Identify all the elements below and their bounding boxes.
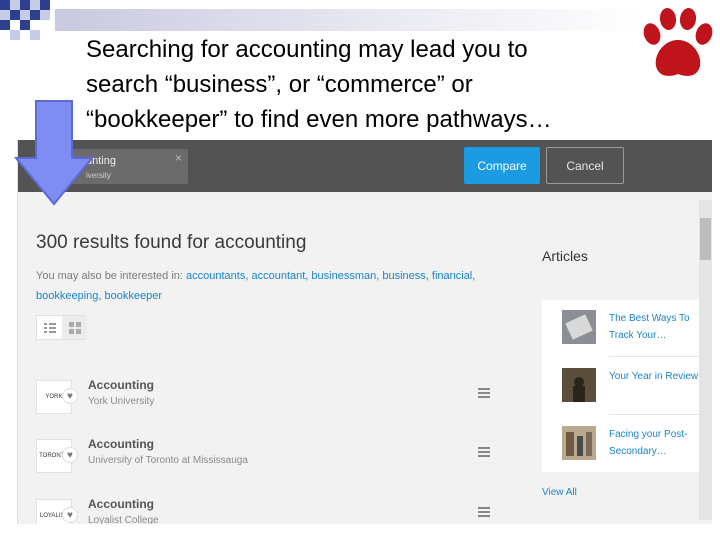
heart-icon[interactable]: ♥ [62,507,78,523]
article-item[interactable]: Your Year in Review [542,358,702,415]
compare-toolbar: unting iversity × Compare Cancel [18,140,712,192]
articles-heading: Articles [542,248,588,264]
article-item[interactable]: The Best Ways To Track Your… [542,300,702,357]
list-view-icon[interactable] [37,316,62,339]
grid-view-icon[interactable] [62,316,87,339]
divider [609,356,701,357]
down-arrow-icon [14,100,94,206]
article-thumbnail [562,368,596,402]
close-icon[interactable]: × [175,151,182,165]
related-link[interactable]: business, [382,270,428,282]
stack-icon[interactable] [478,386,490,400]
scrollbar[interactable] [699,200,712,520]
article-title[interactable]: Facing your Post-Secondary… [609,426,699,460]
divider [609,414,701,415]
view-all-link[interactable]: View All [542,487,577,498]
slide: Searching for accounting may lead you to… [0,0,720,540]
header-gradient-bar [55,9,645,31]
related-link[interactable]: financial, [432,270,475,282]
results-heading: 300 results found for accounting [36,232,307,253]
article-thumbnail [562,426,596,460]
school-name: York University [88,396,155,407]
related-link[interactable]: accountant, [251,270,308,282]
article-item[interactable]: Facing your Post-Secondary… [542,416,702,473]
cancel-button[interactable]: Cancel [546,147,624,184]
result-row[interactable]: YORK ♥ Accounting York University [36,378,506,422]
school-name: Loyalist College [88,515,159,524]
embedded-screenshot: unting iversity × Compare Cancel 300 res… [17,140,712,524]
related-searches: You may also be interested in: accountan… [36,266,526,306]
school-name: University of Toronto at Mississauga [88,455,248,466]
stack-icon[interactable] [478,505,490,519]
compare-button[interactable]: Compare [464,147,540,184]
article-thumbnail [562,310,596,344]
scrollbar-thumb[interactable] [700,218,711,260]
heart-icon[interactable]: ♥ [62,388,78,404]
result-row[interactable]: LOYALIST ♥ Accounting Loyalist College [36,497,506,524]
articles-panel: The Best Ways To Track Your… Your Year i… [542,300,702,472]
slide-title: Searching for accounting may lead you to… [86,36,552,133]
view-toggle [36,315,87,340]
related-link[interactable]: bookkeeper [105,290,163,302]
program-name[interactable]: Accounting [88,497,154,511]
article-title[interactable]: The Best Ways To Track Your… [609,310,699,344]
result-row[interactable]: TORONTO ♥ Accounting University of Toron… [36,437,506,481]
related-link[interactable]: businessman, [311,270,379,282]
article-title[interactable]: Your Year in Review [609,368,699,385]
related-link[interactable]: bookkeeping, [36,290,101,302]
related-prefix: You may also be interested in: [36,270,183,282]
related-link[interactable]: accountants, [186,270,248,282]
heart-icon[interactable]: ♥ [62,447,78,463]
program-name[interactable]: Accounting [88,437,154,451]
paw-print-icon [643,8,713,76]
program-name[interactable]: Accounting [88,378,154,392]
stack-icon[interactable] [478,445,490,459]
